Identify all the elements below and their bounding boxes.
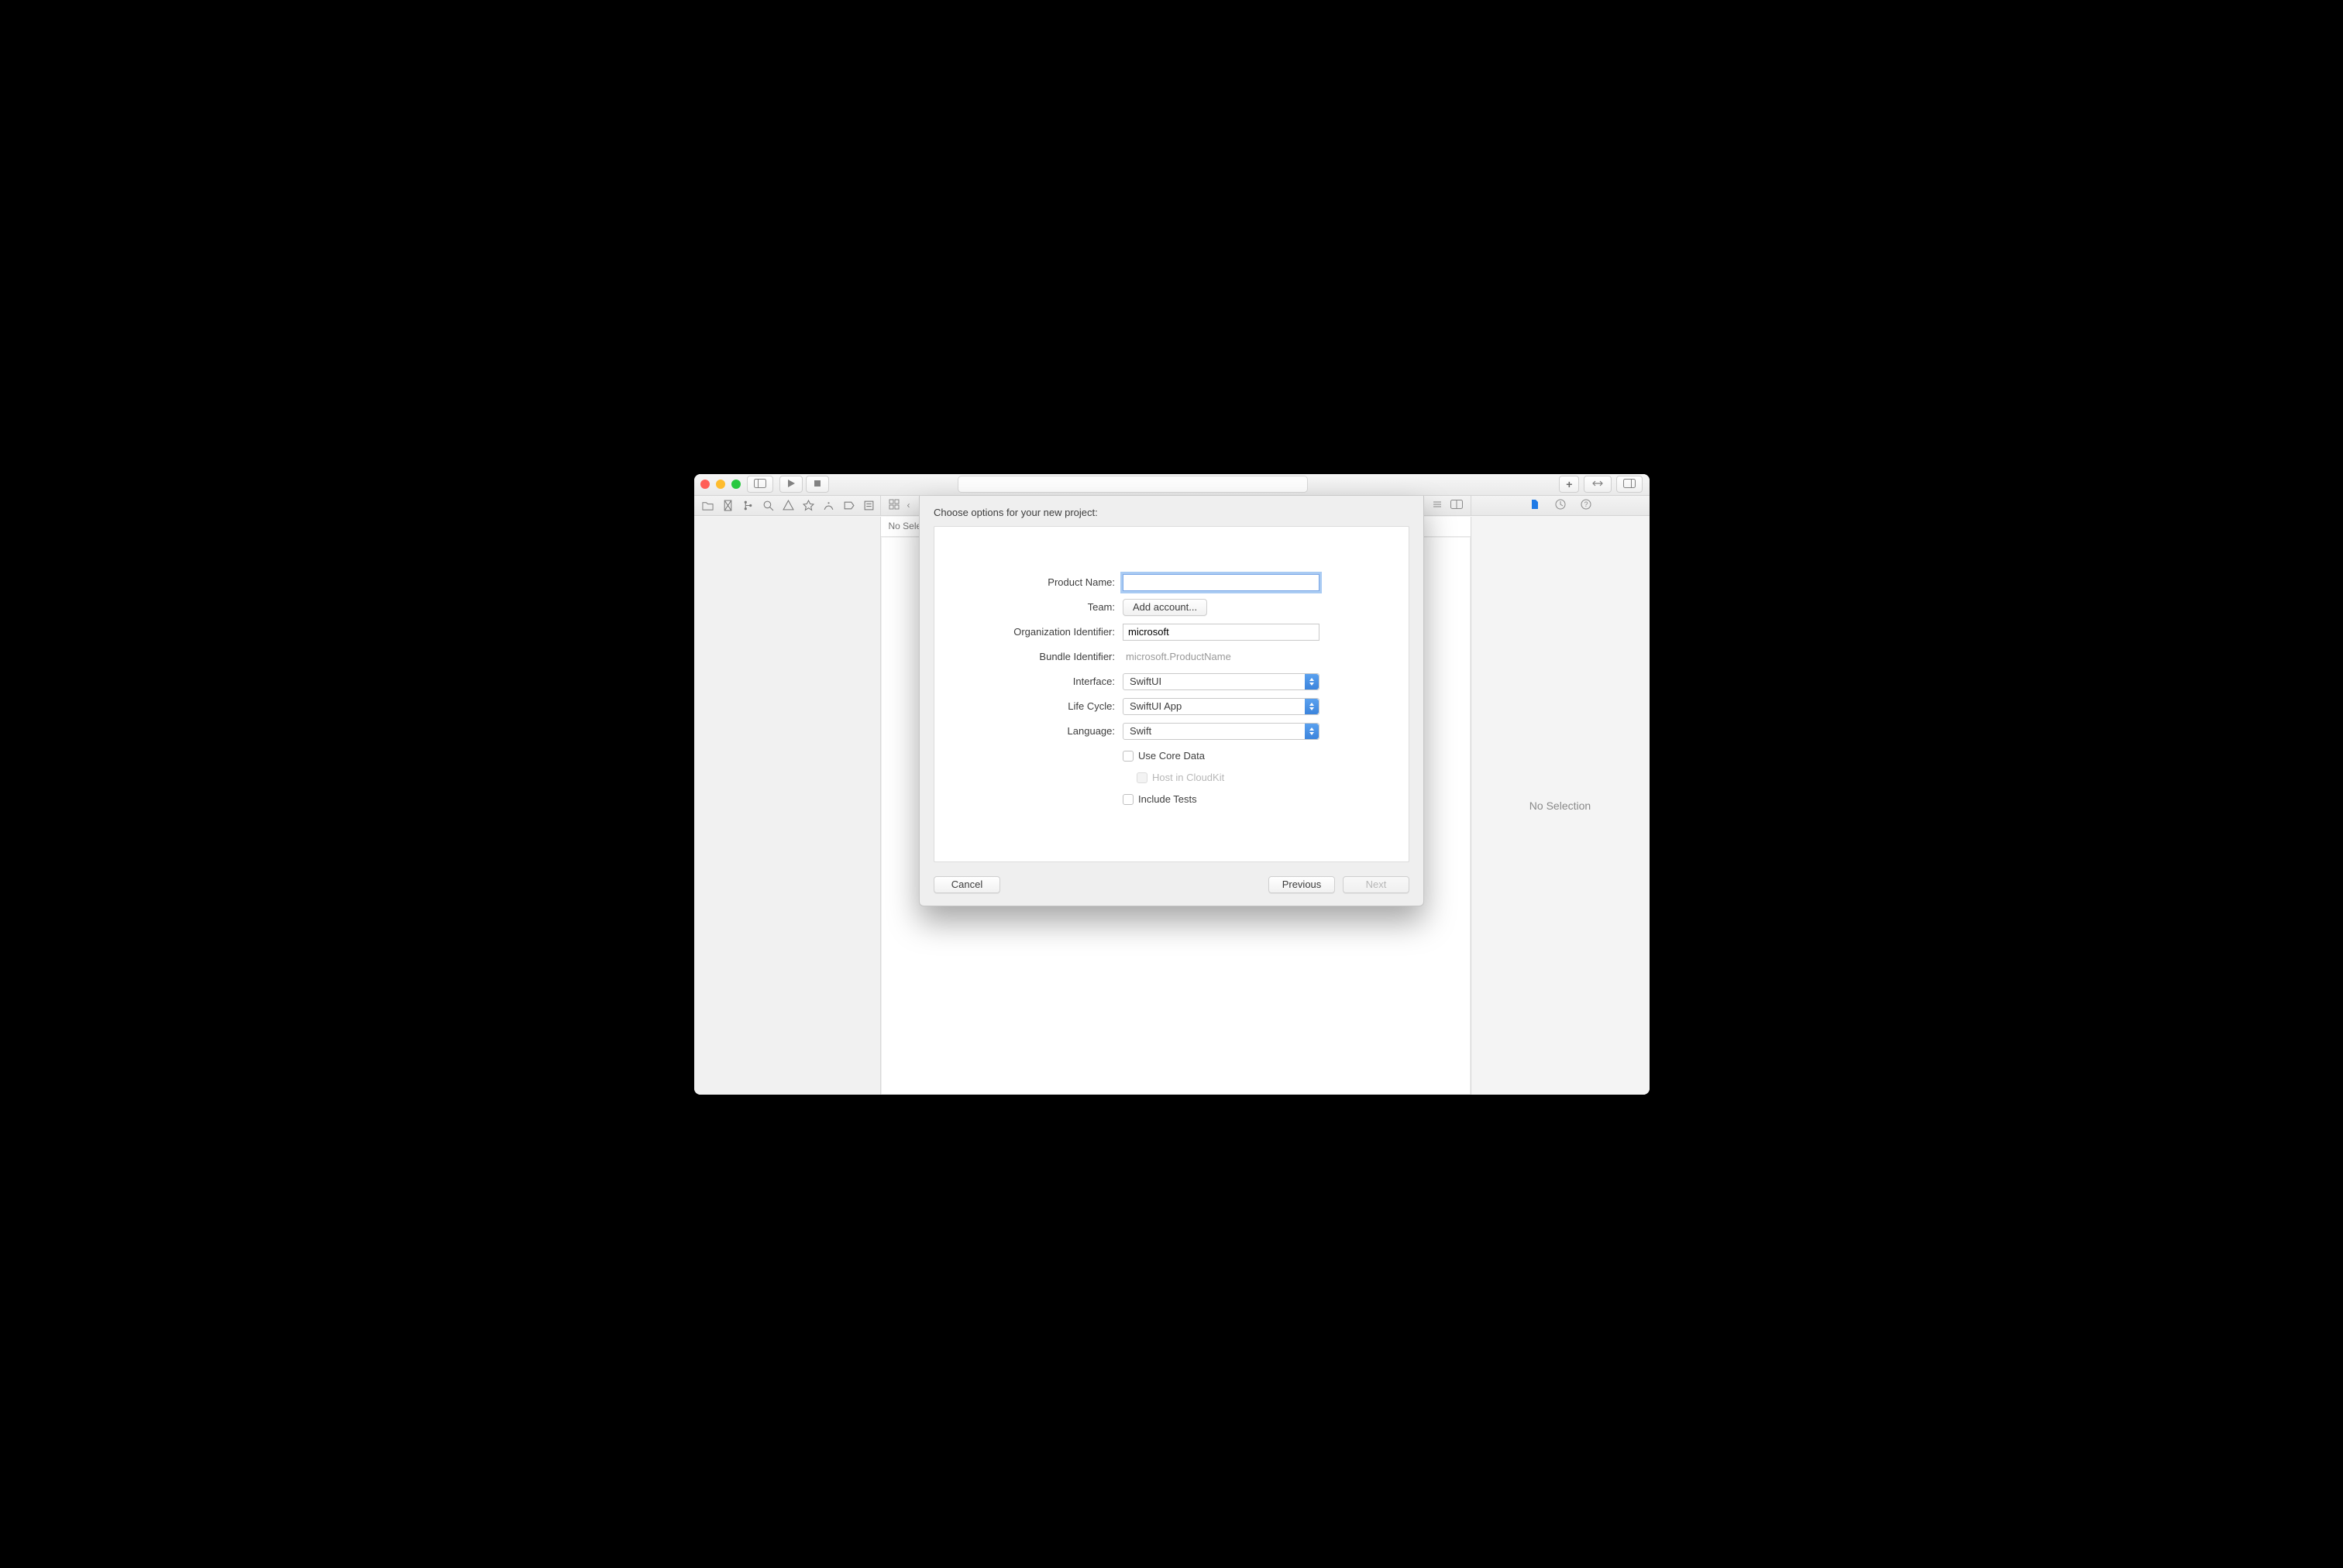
label-org-id: Organization Identifier:	[956, 626, 1123, 638]
find-icon[interactable]	[762, 500, 774, 511]
row-interface: Interface: SwiftUI	[956, 672, 1387, 691]
language-value: Swift	[1130, 725, 1151, 737]
symbols-icon[interactable]	[742, 500, 754, 511]
source-control-icon[interactable]	[722, 500, 734, 511]
row-life-cycle: Life Cycle: SwiftUI App	[956, 697, 1387, 716]
folder-icon[interactable]	[702, 500, 714, 511]
interface-popup[interactable]: SwiftUI	[1123, 673, 1319, 690]
life-cycle-value: SwiftUI App	[1130, 700, 1182, 712]
next-label: Next	[1366, 879, 1387, 890]
tests-icon[interactable]	[803, 500, 814, 511]
activity-viewer[interactable]	[958, 476, 1308, 493]
previous-label: Previous	[1282, 879, 1322, 890]
sheet-title: Choose options for your new project:	[934, 507, 1409, 518]
compare-icon	[1591, 479, 1605, 490]
zoom-icon[interactable]	[731, 480, 741, 489]
clock-icon	[1555, 499, 1566, 512]
use-core-data-checkbox[interactable]	[1123, 751, 1134, 762]
inspector-pane: No Selection	[1471, 517, 1650, 1095]
next-button: Next	[1343, 876, 1409, 893]
label-interface: Interface:	[956, 676, 1123, 687]
cancel-button[interactable]: Cancel	[934, 876, 1000, 893]
include-tests-label: Include Tests	[1138, 793, 1197, 805]
add-editor-icon[interactable]	[1450, 500, 1463, 511]
bundle-id-value: microsoft.ProductName	[1123, 651, 1231, 662]
label-life-cycle: Life Cycle:	[956, 700, 1123, 712]
row-include-tests: Include Tests	[956, 790, 1387, 809]
titlebar: +	[694, 474, 1650, 496]
help-inspector-tab[interactable]: ?	[1580, 500, 1591, 511]
traffic-lights	[700, 480, 741, 489]
row-language: Language: Swift	[956, 722, 1387, 741]
file-inspector-tab[interactable]	[1529, 500, 1540, 511]
row-product-name: Product Name:	[956, 573, 1387, 592]
row-team: Team: Add account...	[956, 598, 1387, 617]
add-account-label: Add account...	[1133, 601, 1197, 613]
label-team: Team:	[956, 601, 1123, 613]
row-bundle-id: Bundle Identifier: microsoft.ProductName	[956, 648, 1387, 666]
help-icon: ?	[1581, 499, 1591, 512]
sidebar-icon	[754, 479, 766, 490]
life-cycle-popup[interactable]: SwiftUI App	[1123, 698, 1319, 715]
org-id-input[interactable]	[1123, 624, 1319, 641]
breakpoints-icon[interactable]	[843, 500, 855, 511]
stepper-icon	[1305, 724, 1319, 739]
language-popup[interactable]: Swift	[1123, 723, 1319, 740]
xcode-window: +	[694, 474, 1650, 1095]
play-icon	[786, 479, 796, 490]
row-use-core-data: Use Core Data	[956, 747, 1387, 765]
reports-icon[interactable]	[863, 500, 875, 511]
cancel-label: Cancel	[951, 879, 982, 890]
product-name-input[interactable]	[1123, 574, 1319, 591]
code-review-button[interactable]	[1584, 476, 1612, 493]
issues-icon[interactable]	[783, 500, 794, 511]
host-cloudkit-label: Host in CloudKit	[1152, 772, 1224, 783]
svg-text:?: ?	[1584, 500, 1588, 508]
previous-button[interactable]: Previous	[1268, 876, 1335, 893]
stop-button[interactable]	[806, 476, 829, 493]
right-toolbar-group: +	[1559, 476, 1643, 493]
document-icon	[1530, 499, 1540, 512]
adjust-editor-icon[interactable]	[1432, 499, 1443, 511]
include-tests-checkbox[interactable]	[1123, 794, 1134, 805]
chevron-left-icon: ‹	[907, 500, 910, 511]
host-cloudkit-checkbox	[1137, 772, 1147, 783]
label-language: Language:	[956, 725, 1123, 737]
label-product-name: Product Name:	[956, 576, 1123, 588]
add-account-button[interactable]: Add account...	[1123, 599, 1207, 616]
run-stop-group	[779, 476, 829, 493]
navigator-tabbar	[694, 496, 881, 515]
related-items-icon[interactable]	[889, 499, 900, 511]
inspector-tabbar: ?	[1471, 496, 1650, 515]
back-button[interactable]: ‹	[907, 500, 910, 511]
panels-icon	[1623, 479, 1636, 490]
row-host-cloudkit: Host in CloudKit	[956, 769, 1387, 787]
left-toolbar-group	[747, 476, 773, 493]
use-core-data-label: Use Core Data	[1138, 750, 1205, 762]
stop-icon	[813, 479, 822, 490]
stepper-icon	[1305, 674, 1319, 689]
library-button[interactable]: +	[1559, 476, 1579, 493]
history-inspector-tab[interactable]	[1554, 500, 1566, 511]
row-org-id: Organization Identifier:	[956, 623, 1387, 641]
run-button[interactable]	[779, 476, 803, 493]
panel-toggle-button[interactable]	[1616, 476, 1643, 493]
debug-icon[interactable]	[823, 500, 834, 511]
label-bundle-id: Bundle Identifier:	[956, 651, 1123, 662]
inspector-placeholder: No Selection	[1529, 799, 1591, 812]
sheet-body: Product Name: Team: Add account... Organ…	[934, 526, 1409, 862]
navigator-pane	[694, 517, 881, 1095]
new-project-options-sheet: Choose options for your new project: Pro…	[919, 496, 1424, 906]
minimize-icon[interactable]	[716, 480, 725, 489]
plus-icon: +	[1566, 479, 1572, 490]
sheet-footer: Cancel Previous Next	[934, 876, 1409, 893]
sidebar-toggle-button[interactable]	[747, 476, 773, 493]
close-icon[interactable]	[700, 480, 710, 489]
interface-value: SwiftUI	[1130, 676, 1161, 687]
stepper-icon	[1305, 699, 1319, 714]
